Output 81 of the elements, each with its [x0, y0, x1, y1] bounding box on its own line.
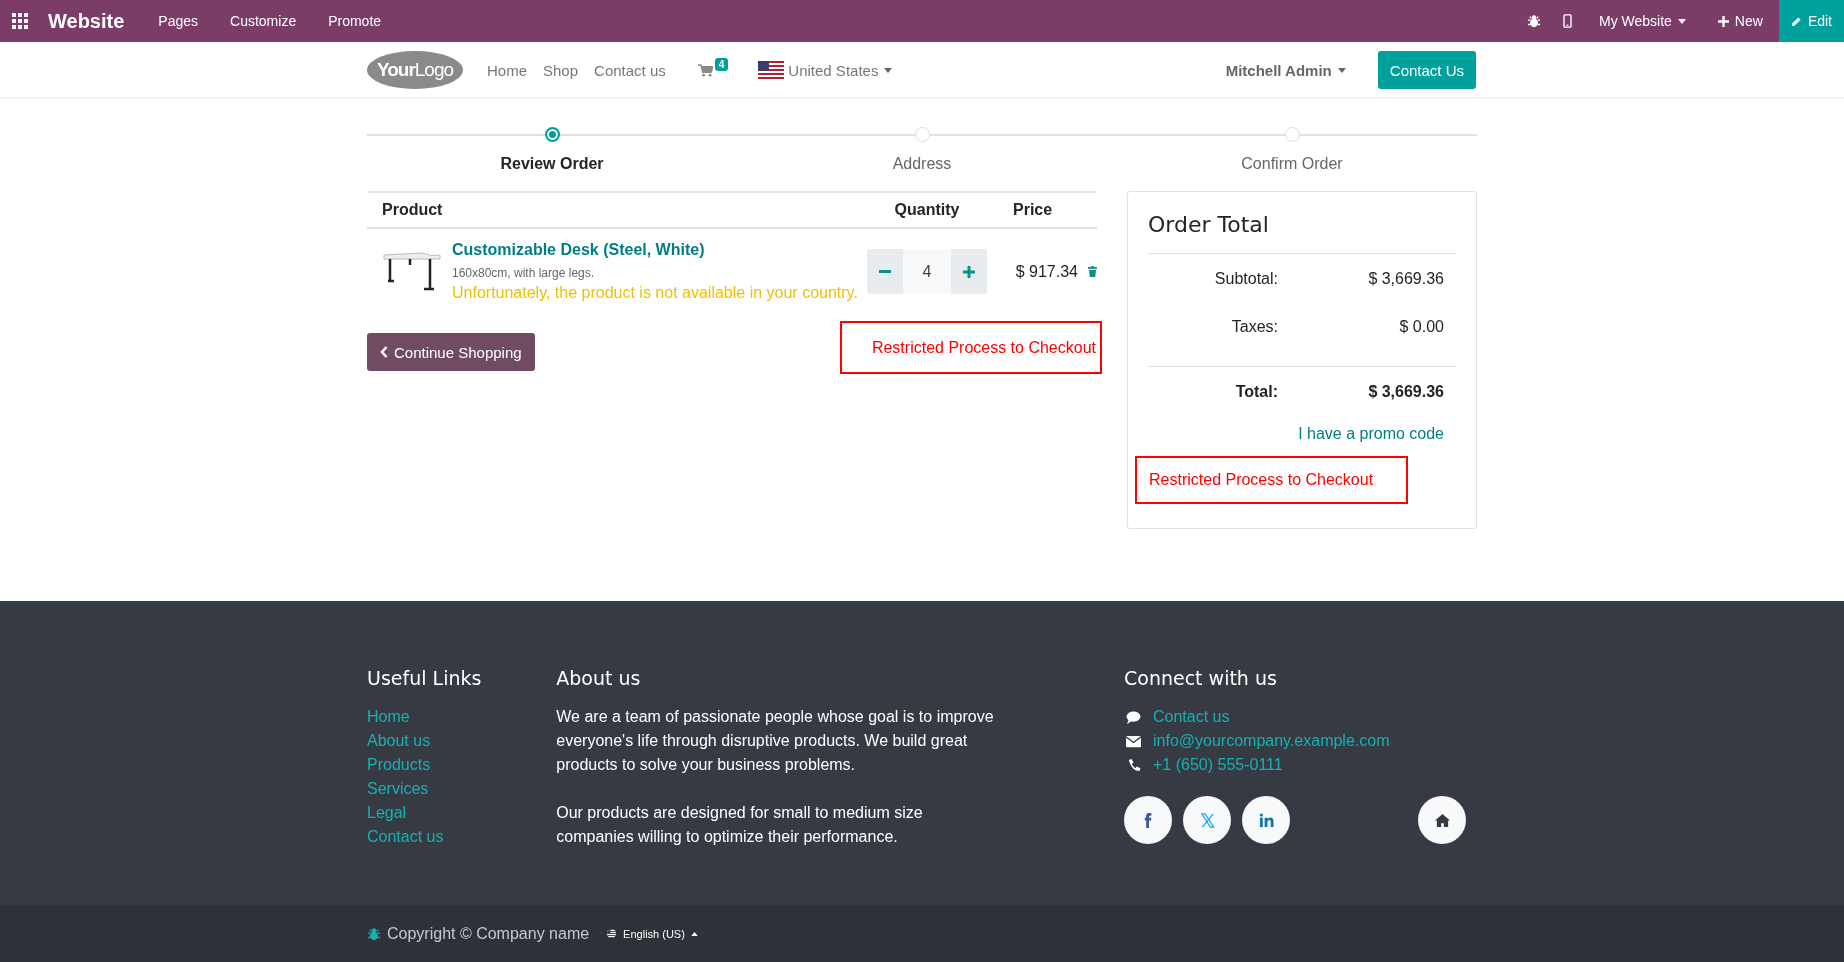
- edit-button[interactable]: Edit: [1778, 0, 1844, 42]
- linkedin-icon: [1258, 812, 1274, 828]
- column-header: Price: [1012, 201, 1054, 219]
- step-label: Address: [892, 155, 952, 173]
- language-selector[interactable]: English (US): [605, 927, 698, 940]
- column-header: Quantity: [893, 201, 961, 219]
- total-value: $ 3,669.36: [1367, 383, 1444, 401]
- new-button[interactable]: New: [1701, 0, 1779, 42]
- trash-icon: [1088, 266, 1097, 277]
- menu-item[interactable]: Promote: [312, 0, 398, 42]
- cart-icon: [697, 63, 713, 77]
- plus-icon: [1717, 15, 1729, 27]
- x-logo-icon: [1199, 812, 1215, 828]
- desk-drawing: [382, 249, 442, 293]
- about-paragraph: Our products are designed for small to medium size companies willing to optimize their performance.: [556, 803, 924, 847]
- step-label: Review Order: [500, 155, 604, 173]
- restricted-checkout-button[interactable]: Restricted Process to Checkout: [840, 321, 1102, 374]
- footer-heading: About us: [556, 667, 642, 689]
- footer-link[interactable]: Services: [367, 777, 557, 801]
- promo-code-link[interactable]: I have a promo code: [1298, 425, 1444, 442]
- footer-link[interactable]: Products: [367, 753, 557, 777]
- minus-icon: [879, 269, 891, 274]
- footer-heading: Useful Links: [367, 667, 483, 689]
- caret-up-icon: [690, 931, 698, 936]
- caret-down-icon: [884, 67, 893, 73]
- nav-link[interactable]: Shop: [543, 61, 579, 79]
- caret-down-icon: [1337, 67, 1346, 73]
- total-value: $ 3,669.36: [1367, 270, 1444, 288]
- social-link[interactable]: [1124, 796, 1172, 844]
- total-label: Subtotal:: [1213, 270, 1278, 288]
- website-switcher[interactable]: My Website: [1583, 0, 1702, 42]
- footer-link[interactable]: Contact us: [367, 825, 557, 849]
- copyright-text: Copyright © Company name: [387, 924, 590, 943]
- menu-item[interactable]: Customize: [214, 0, 313, 42]
- nav-link[interactable]: Home: [487, 61, 527, 79]
- step-label: Confirm Order: [1241, 155, 1343, 173]
- contact-link[interactable]: +1 (650) 555-0111: [1153, 753, 1283, 777]
- availability-warning: Unfortunately, the product is not available in your country.: [452, 284, 858, 302]
- caret-down-icon: [1677, 18, 1686, 24]
- about-paragraph: We are a team of passionate people whose goal is to improve everyone's life through disruptive products. We build great products to solve your business problems.: [556, 707, 995, 775]
- price-text: $ 917.34: [1015, 262, 1078, 281]
- footer-link[interactable]: Home: [367, 705, 557, 729]
- country-selector[interactable]: United States: [758, 61, 893, 79]
- contact-us-button[interactable]: Contact Us: [1377, 51, 1476, 89]
- speech-bubble-icon: [1126, 710, 1141, 724]
- envelope-icon: [1126, 734, 1141, 748]
- social-link[interactable]: [1242, 796, 1290, 844]
- remove-button[interactable]: [1088, 266, 1097, 277]
- total-label: Taxes:: [1230, 318, 1278, 336]
- card-title: Order Total: [1148, 212, 1270, 237]
- social-link[interactable]: [1183, 796, 1231, 844]
- continue-shopping-button[interactable]: Continue Shopping: [367, 333, 535, 371]
- restricted-checkout-button[interactable]: Restricted Process to Checkout: [1135, 456, 1408, 504]
- bug-icon: [367, 926, 381, 941]
- cart-count-badge: 4: [714, 57, 729, 71]
- product-description: 160x80cm, with large legs.: [452, 266, 596, 280]
- phone-handset-icon: [1126, 758, 1141, 772]
- user-menu[interactable]: Mitchell Admin: [1225, 61, 1346, 79]
- phone-icon: [1563, 14, 1572, 28]
- plus-icon: [963, 265, 975, 278]
- total-value: $ 0.00: [1398, 318, 1444, 336]
- footer-link[interactable]: About us: [367, 729, 557, 753]
- chevron-left-icon: [380, 346, 388, 358]
- nav-link[interactable]: Contact us: [594, 61, 666, 79]
- contact-link[interactable]: Contact us: [1153, 705, 1230, 729]
- pencil-icon: [1790, 15, 1802, 27]
- house-icon: [1434, 812, 1450, 828]
- menu-item[interactable]: Pages: [142, 0, 215, 42]
- footer-link[interactable]: Legal: [367, 801, 557, 825]
- app-title: Website: [48, 9, 125, 33]
- quantity-field[interactable]: 4: [903, 249, 951, 294]
- contact-link[interactable]: info@yourcompany.example.com: [1153, 729, 1390, 753]
- social-link[interactable]: [1418, 796, 1466, 844]
- flag-icon: [758, 61, 785, 79]
- product-link[interactable]: Customizable Desk (Steel, White): [452, 241, 858, 259]
- footer-heading: Connect with us: [1124, 667, 1278, 689]
- total-label: Total:: [1234, 383, 1278, 401]
- grid-icon: [12, 13, 28, 29]
- bug-icon: [1527, 14, 1541, 28]
- column-header: Product: [381, 201, 444, 219]
- logo[interactable]: YourLogo: [367, 51, 463, 89]
